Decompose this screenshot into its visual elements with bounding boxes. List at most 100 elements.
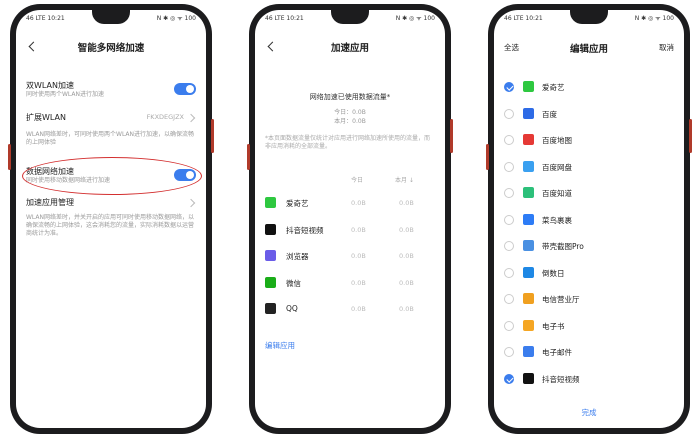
app-usage-today: 0.0B	[351, 278, 366, 287]
app-name: 电信营业厅	[542, 295, 580, 304]
app-icon	[523, 213, 534, 225]
app-icon	[523, 160, 534, 172]
manage-label[interactable]: 加速应用管理	[26, 197, 74, 208]
app-select-row[interactable]: 带壳截图Pro	[494, 233, 684, 260]
screen-smart-network: 46 LTE 10:21 N ✱ ◎ ᯤ 100 智能多网络加速 双WLAN加速…	[16, 10, 206, 428]
app-icon	[523, 107, 534, 119]
phone-2: 46 LTE 10:21 N ✱ ◎ ᯤ 100 加速应用 网络加速已使用数据流…	[247, 4, 453, 434]
page-title: 编辑应用	[569, 44, 608, 55]
wlan-note: WLAN网络差时，可同时使用两个WLAN进行加速，以确保流畅的上网体验	[26, 131, 195, 146]
app-name: 菜鸟裹裹	[542, 215, 572, 225]
highlight-oval	[22, 157, 202, 195]
usage-summary: 网络加速已使用数据流量*	[309, 93, 391, 101]
dual-wlan-toggle[interactable]	[174, 83, 196, 95]
app-icon	[265, 250, 276, 261]
unchecked-circle-icon[interactable]	[504, 161, 514, 172]
usage-note: *本页面数据流量仅统计对应用进行网络加速所使用的流量，而非应用消耗的全部流量。	[265, 135, 431, 150]
chevron-right-icon	[186, 113, 196, 123]
app-usage-row: 浏览器 0.0B 0.0B	[255, 243, 445, 269]
status-bar: 46 LTE 10:21 N ✱ ◎ ᯤ 100	[26, 13, 196, 23]
unchecked-circle-icon[interactable]	[504, 241, 514, 251]
unchecked-circle-icon[interactable]	[504, 267, 514, 278]
unchecked-circle-icon[interactable]	[504, 188, 514, 198]
app-icon	[265, 303, 276, 314]
app-name: QQ	[286, 304, 298, 313]
chevron-right-icon	[186, 198, 196, 208]
status-bar: 46 LTE 10:21 N ✱ ◎ ᯤ 100	[504, 13, 674, 23]
app-icon	[265, 223, 276, 235]
ext-wlan-label[interactable]: 扩展WLAN	[26, 112, 66, 123]
app-icon	[523, 240, 534, 251]
app-select-row[interactable]: 电子邮件	[494, 339, 684, 366]
app-name: 百度知道	[542, 189, 572, 198]
done-button[interactable]: 完成	[494, 407, 684, 418]
app-icon	[523, 293, 534, 304]
unchecked-circle-icon[interactable]	[504, 294, 514, 304]
app-select-row[interactable]: 爱奇艺	[494, 74, 684, 101]
edit-apps-link[interactable]: 编辑应用	[265, 340, 295, 351]
app-select-row[interactable]: 抖音短视频	[494, 366, 684, 393]
page-title: 智能多网络加速	[77, 43, 145, 54]
app-name: 百度	[542, 109, 557, 119]
app-name: 爱奇艺	[286, 199, 309, 208]
app-select-row[interactable]: 倒数日	[494, 260, 684, 287]
app-icon	[265, 276, 276, 288]
status-bar: 46 LTE 10:21 N ✱ ◎ ᯤ 100	[265, 13, 435, 23]
status-left: 46 LTE 10:21	[504, 14, 543, 22]
app-icon	[523, 372, 534, 384]
app-usage-today: 0.0B	[351, 225, 366, 234]
app-usage-today: 0.0B	[351, 199, 366, 207]
status-right: N ✱ ◎ ᯤ 100	[634, 15, 674, 22]
app-name: 电子邮件	[542, 348, 572, 357]
dual-wlan-label: 双WLAN加速	[26, 81, 75, 90]
page-title: 加速应用	[330, 43, 369, 54]
app-usage-row: QQ 0.0B 0.0B	[255, 296, 445, 322]
column-today: 今日	[351, 177, 364, 184]
data-note: WLAN网络差时，并关开启的应用可同时使用移动数据网络，以确保流畅的上网体验，这…	[26, 214, 195, 237]
app-usage-today: 0.0B	[351, 252, 366, 260]
usage-today: 今日：0.0B	[334, 109, 366, 116]
app-icon	[523, 346, 534, 357]
unchecked-circle-icon[interactable]	[504, 108, 514, 119]
phone-3: 46 LTE 10:21 N ✱ ◎ ᯤ 100 全选 编辑应用 取消 爱奇艺百…	[486, 4, 692, 434]
app-name: 抖音短视频	[542, 374, 580, 384]
checked-circle-icon[interactable]	[504, 373, 514, 384]
app-select-row[interactable]: 电信营业厅	[494, 286, 684, 313]
ext-wlan-value: FKXDEGJZX	[146, 113, 184, 121]
app-icon	[523, 266, 534, 278]
app-name: 电子书	[542, 321, 565, 331]
column-month[interactable]: 本月 ↓	[395, 175, 414, 184]
app-usage-month: 0.0B	[399, 305, 414, 313]
app-usage-month: 0.0B	[399, 278, 414, 287]
app-select-row[interactable]: 百度地图	[494, 127, 684, 154]
app-usage-month: 0.0B	[399, 199, 414, 207]
app-name: 百度地图	[542, 136, 572, 145]
app-select-row[interactable]: 电子书	[494, 313, 684, 340]
app-usage-month: 0.0B	[399, 252, 414, 260]
status-left: 46 LTE 10:21	[26, 14, 65, 22]
app-select-row[interactable]: 百度知道	[494, 180, 684, 207]
app-select-row[interactable]: 百度网盘	[494, 154, 684, 181]
screen-edit-apps: 46 LTE 10:21 N ✱ ◎ ᯤ 100 全选 编辑应用 取消 爱奇艺百…	[494, 10, 684, 428]
app-icon	[523, 81, 534, 92]
unchecked-circle-icon[interactable]	[504, 135, 514, 145]
unchecked-circle-icon[interactable]	[504, 320, 514, 331]
app-name: 倒数日	[542, 268, 565, 278]
app-name: 带壳截图Pro	[542, 242, 584, 251]
app-usage-row: 微信 0.0B 0.0B	[255, 270, 445, 296]
app-name: 抖音短视频	[286, 225, 324, 235]
unchecked-circle-icon[interactable]	[504, 347, 514, 357]
phone-1: 46 LTE 10:21 N ✱ ◎ ᯤ 100 智能多网络加速 双WLAN加速…	[8, 4, 214, 434]
app-name: 百度网盘	[542, 162, 572, 172]
cancel-button[interactable]: 取消	[659, 42, 674, 53]
checked-circle-icon[interactable]	[504, 82, 514, 92]
unchecked-circle-icon[interactable]	[504, 214, 514, 225]
app-icon	[523, 134, 534, 145]
app-name: 爱奇艺	[542, 83, 565, 92]
app-name: 浏览器	[286, 252, 309, 261]
screen-accel-apps: 46 LTE 10:21 N ✱ ◎ ᯤ 100 加速应用 网络加速已使用数据流…	[255, 10, 445, 428]
app-usage-month: 0.0B	[399, 225, 414, 234]
app-select-row[interactable]: 菜鸟裹裹	[494, 207, 684, 234]
status-right: N ✱ ◎ ᯤ 100	[156, 15, 196, 22]
app-select-row[interactable]: 百度	[494, 101, 684, 128]
